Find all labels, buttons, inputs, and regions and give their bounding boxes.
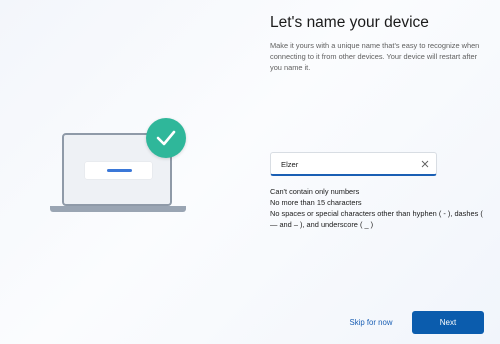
next-button[interactable]: Next: [412, 311, 484, 334]
close-icon: [421, 160, 429, 168]
checkmark-badge-icon: [146, 118, 186, 158]
page-title: Let's name your device: [270, 14, 429, 31]
laptop-name-field-graphic: [85, 162, 152, 179]
laptop-base: [50, 206, 186, 212]
laptop-text-bar-graphic: [107, 169, 132, 172]
oobe-name-device-page: Let's name your device Make it yours wit…: [0, 0, 500, 344]
rule-item: No more than 15 characters: [270, 198, 362, 207]
device-name-field[interactable]: [270, 152, 437, 176]
rule-item: No spaces or special characters other th…: [270, 209, 483, 229]
device-illustration: [50, 118, 190, 218]
rule-item: Can't contain only numbers: [270, 187, 360, 196]
clear-button[interactable]: [418, 157, 432, 171]
name-requirements: Can't contain only numbers No more than …: [270, 186, 492, 230]
page-description: Make it yours with a unique name that's …: [270, 41, 480, 72]
device-name-input[interactable]: [281, 157, 416, 171]
skip-for-now-button[interactable]: Skip for now: [340, 314, 402, 332]
